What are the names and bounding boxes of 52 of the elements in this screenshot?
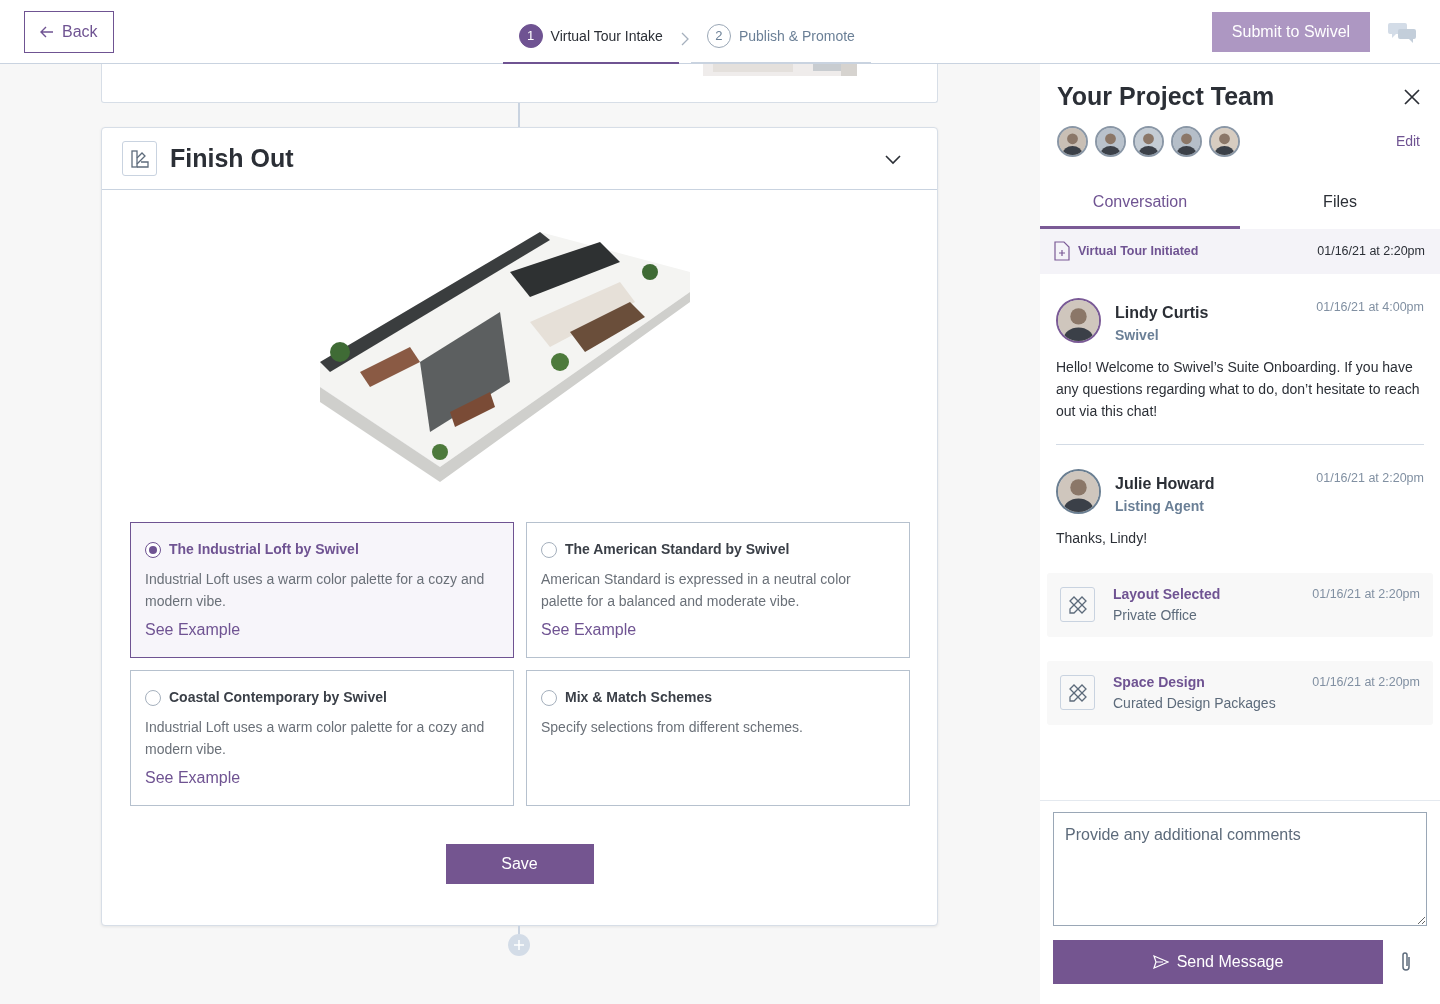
event-time: 01/16/21 at 2:20pm	[1317, 242, 1425, 260]
activity-time: 01/16/21 at 2:20pm	[1312, 673, 1420, 691]
send-button[interactable]: Send Message	[1053, 940, 1383, 984]
message-text: Hello! Welcome to Swivel’s Suite Onboarding. If you have any questions regarding what to do, don’t hesitate to reach out via this chat!	[1056, 357, 1421, 421]
radio-button[interactable]	[145, 689, 161, 706]
close-icon[interactable]	[1404, 88, 1420, 105]
see-example-link[interactable]: See Example	[145, 618, 241, 642]
message-time: 01/16/21 at 2:20pm	[1316, 469, 1424, 487]
sender-role: Listing Agent	[1115, 496, 1205, 516]
radio-button[interactable]	[145, 541, 161, 558]
back-button[interactable]: Back	[24, 11, 114, 53]
chevron-right-icon	[680, 31, 689, 46]
activity-title: Space Design	[1113, 672, 1206, 692]
design-option[interactable]: The Industrial Loft by Swivel Industrial Loft uses a warm color palette for a cozy and modern vibe. See Example	[130, 522, 514, 658]
arrow-left-icon	[40, 26, 54, 38]
option-title: The Industrial Loft by Swivel	[169, 540, 359, 559]
activity-subtitle: Curated Design Packages	[1113, 693, 1276, 713]
option-description: Industrial Loft uses a warm color palette for a cozy and modern vibe.	[145, 570, 486, 611]
design-option[interactable]: Coastal Contemporary by Swivel Industrial Loft uses a warm color palette for a cozy and modern vibe. See Example	[130, 670, 514, 806]
edit-link[interactable]: Edit	[1395, 130, 1420, 152]
see-example-link[interactable]: See Example	[541, 618, 637, 642]
message-time: 01/16/21 at 4:00pm	[1316, 298, 1424, 316]
save-button[interactable]: Save	[445, 844, 594, 884]
panel-title: Your Project Team	[1057, 81, 1275, 112]
option-description: Specify selections from different schemes.	[541, 718, 804, 737]
message-text: Thanks, Lindy!	[1056, 528, 1149, 548]
section-title: Finish Out	[170, 142, 294, 174]
sender-name: Julie Howard	[1115, 473, 1215, 494]
option-description: Industrial Loft uses a warm color palette for a cozy and modern vibe.	[145, 718, 486, 759]
design-option[interactable]: Mix & Match Schemes Specify selections from different schemes.	[526, 670, 910, 806]
comment-field[interactable]: Provide any additional comments	[1053, 812, 1427, 926]
option-description: American Standard is expressed in a neutral color palette for a balanced and moderate vibe.	[541, 570, 852, 611]
radio-button[interactable]	[541, 541, 557, 558]
sender-role: Swivel	[1115, 325, 1160, 345]
option-title: The American Standard by Swivel	[565, 540, 790, 559]
file-plus-icon	[1054, 241, 1070, 261]
event-title: Virtual Tour Initiated	[1078, 242, 1199, 260]
paperclip-icon[interactable]	[1399, 951, 1413, 973]
option-title: Coastal Contemporary by Swivel	[169, 688, 387, 707]
step-number: 1	[518, 24, 543, 48]
activity-subtitle: Private Office	[1113, 605, 1198, 625]
sender-name: Lindy Curtis	[1115, 302, 1209, 323]
radio-button[interactable]	[541, 689, 557, 706]
swatch-icon	[129, 148, 150, 169]
chat-icon[interactable]	[1388, 20, 1418, 44]
option-title: Mix & Match Schemes	[565, 688, 713, 707]
see-example-link[interactable]: See Example	[145, 766, 241, 790]
activity-time: 01/16/21 at 2:20pm	[1312, 585, 1420, 603]
activity-title: Layout Selected	[1113, 584, 1221, 604]
send-icon	[1152, 955, 1169, 969]
add-button[interactable]	[508, 934, 530, 956]
design-option[interactable]: The American Standard by Swivel American Standard is expressed in a neutral color palette for a balanced and moderate vibe. See Example	[526, 522, 910, 658]
